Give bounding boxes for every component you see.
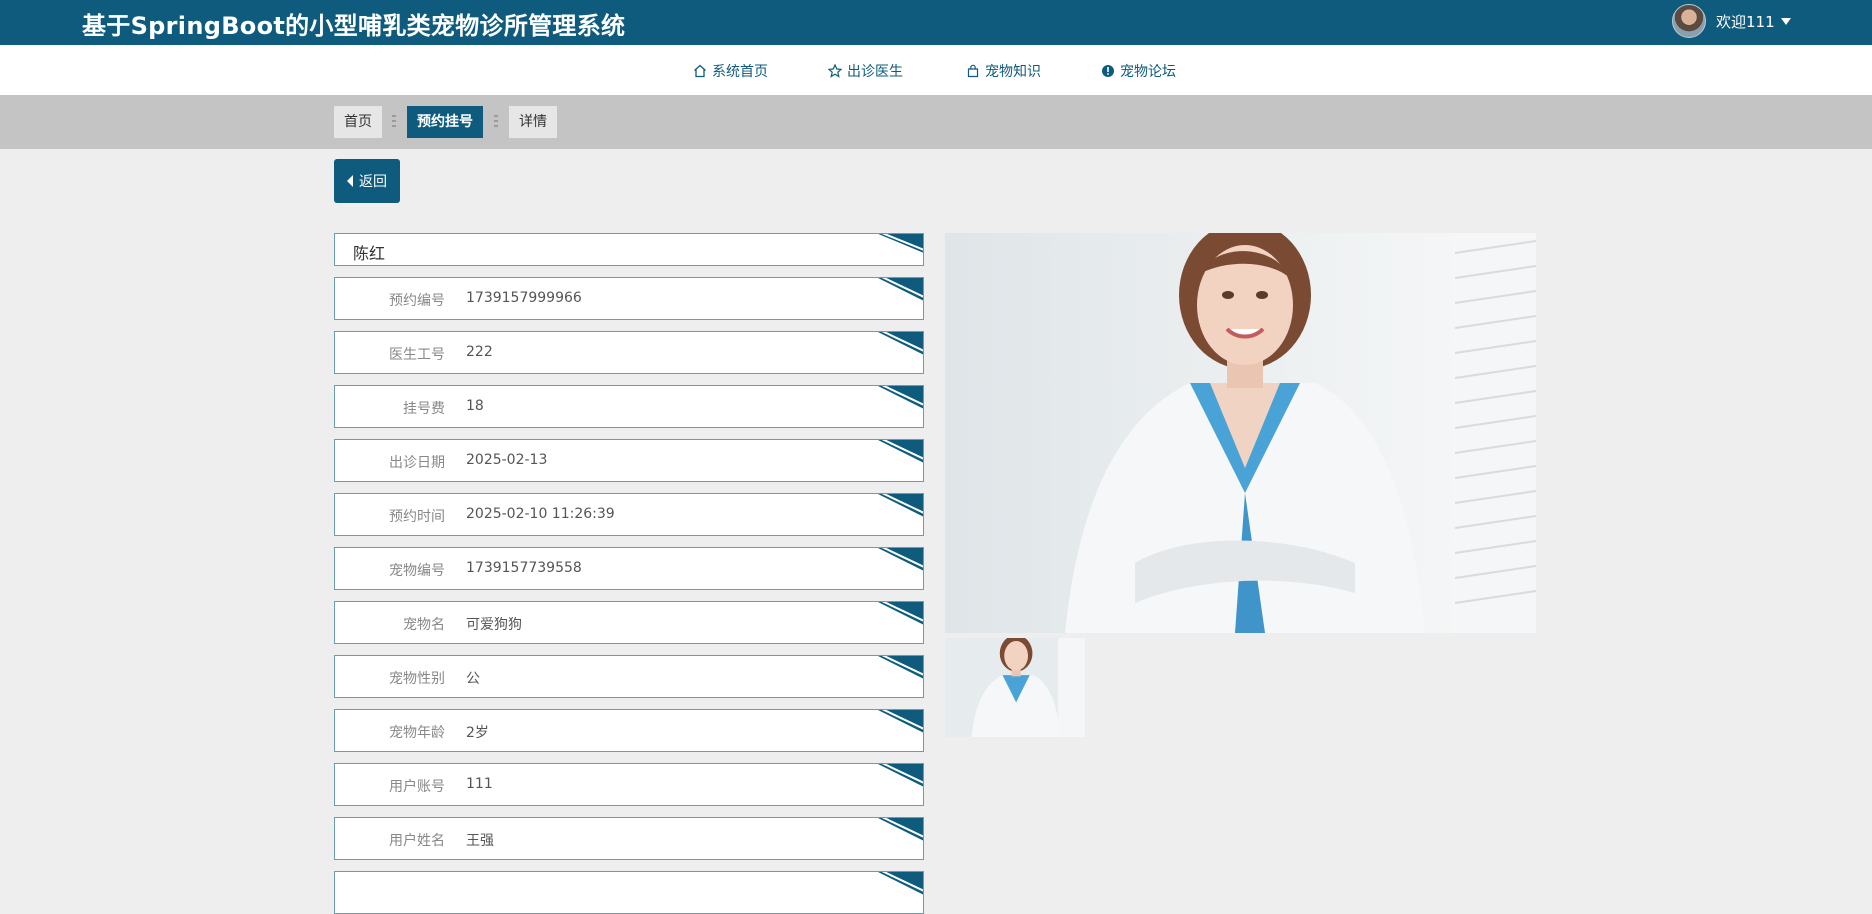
detail-row-label: 宠物编号 (389, 563, 445, 579)
detail-row (334, 871, 924, 914)
doctor-name: 陈红 (353, 244, 386, 263)
detail-row-value: 222 (466, 344, 493, 360)
detail-row: 医生工号 222 (334, 331, 924, 374)
detail-row-value: 1739157999966 (466, 290, 582, 306)
caret-left-icon (347, 175, 353, 187)
welcome-text[interactable]: 欢迎111 (1716, 11, 1775, 32)
detail-row: 用户账号 111 (334, 763, 924, 806)
corner-decoration-icon (878, 818, 923, 841)
detail-row: 预约编号 1739157999966 (334, 277, 924, 320)
detail-row-value: 公 (466, 671, 480, 687)
detail-row-label: 出诊日期 (389, 455, 445, 471)
back-button[interactable]: 返回 (334, 159, 400, 203)
breadcrumb: 首页 预约挂号 详情 (0, 95, 1872, 149)
detail-row-label: 宠物性别 (389, 671, 445, 687)
detail-row: 宠物名 可爱狗狗 (334, 601, 924, 644)
detail-row-value: 1739157739558 (466, 560, 582, 576)
detail-row-value: 王强 (466, 833, 494, 849)
nav-item-forum[interactable]: 宠物论坛 (1101, 61, 1176, 81)
breadcrumb-separator-icon (494, 115, 498, 129)
nav-item-home[interactable]: 系统首页 (693, 61, 768, 81)
info-circle-icon (1102, 65, 1114, 77)
nav-label: 出诊医生 (847, 64, 903, 80)
site-title: 基于SpringBoot的小型哺乳类宠物诊所管理系统 (82, 12, 626, 40)
avatar[interactable] (1672, 4, 1706, 38)
detail-row: 宠物年龄 2岁 (334, 709, 924, 752)
main-nav: 系统首页 出诊医生 宠物知识 宠物论坛 (0, 45, 1872, 95)
top-header: 基于SpringBoot的小型哺乳类宠物诊所管理系统 欢迎111 (0, 0, 1872, 45)
detail-row-value: 可爱狗狗 (466, 617, 522, 633)
nav-item-knowledge[interactable]: 宠物知识 (966, 61, 1041, 81)
corner-decoration-icon (878, 386, 923, 409)
detail-row-value: 2025-02-13 (466, 452, 548, 468)
detail-row-value: 2岁 (466, 725, 489, 741)
corner-decoration-icon (878, 656, 923, 679)
doctor-photo (945, 233, 1536, 633)
corner-decoration-icon (878, 278, 923, 301)
detail-row-value: 2025-02-10 11:26:39 (466, 506, 615, 522)
corner-decoration-icon (878, 710, 923, 733)
corner-decoration-icon (878, 548, 923, 571)
detail-row-value: 111 (466, 776, 493, 792)
detail-row-value: 18 (466, 398, 484, 414)
corner-decoration-icon (878, 234, 923, 253)
nav-label: 宠物论坛 (1120, 64, 1176, 80)
detail-row: 用户姓名 王强 (334, 817, 924, 860)
breadcrumb-detail[interactable]: 详情 (509, 106, 557, 138)
nav-label: 宠物知识 (985, 64, 1041, 80)
breadcrumb-separator-icon (392, 115, 396, 129)
breadcrumb-home[interactable]: 首页 (334, 106, 382, 138)
chevron-down-icon[interactable] (1780, 17, 1791, 25)
detail-row: 出诊日期 2025-02-13 (334, 439, 924, 482)
detail-row: 预约时间 2025-02-10 11:26:39 (334, 493, 924, 536)
bag-icon (967, 64, 979, 78)
corner-decoration-icon (878, 764, 923, 787)
corner-decoration-icon (878, 872, 923, 895)
detail-row-label: 医生工号 (389, 347, 445, 363)
corner-decoration-icon (878, 440, 923, 463)
nav-item-doctors[interactable]: 出诊医生 (828, 61, 903, 81)
detail-row-label: 预约时间 (389, 509, 445, 525)
photo-thumbnail[interactable] (945, 638, 1085, 737)
detail-row: 挂号费 18 (334, 385, 924, 428)
user-menu[interactable]: 欢迎111 (1672, 3, 1791, 39)
doctor-photo-image (945, 233, 1536, 633)
detail-row-label: 宠物年龄 (389, 725, 445, 741)
home-icon (694, 64, 706, 78)
detail-row: 宠物编号 1739157739558 (334, 547, 924, 590)
detail-row-label: 预约编号 (389, 293, 445, 309)
back-label: 返回 (359, 174, 387, 190)
detail-row-label: 用户姓名 (389, 833, 445, 849)
corner-decoration-icon (878, 332, 923, 355)
corner-decoration-icon (878, 494, 923, 517)
photo-thumbnail-image (945, 638, 1085, 737)
detail-row-label: 宠物名 (403, 617, 445, 633)
star-icon (828, 64, 842, 78)
detail-row: 宠物性别 公 (334, 655, 924, 698)
detail-row-label: 挂号费 (403, 401, 445, 417)
breadcrumb-appointment[interactable]: 预约挂号 (407, 106, 483, 138)
detail-row-label: 用户账号 (389, 779, 445, 795)
doctor-name-row: 陈红 (334, 233, 924, 266)
nav-label: 系统首页 (712, 64, 768, 80)
corner-decoration-icon (878, 602, 923, 625)
